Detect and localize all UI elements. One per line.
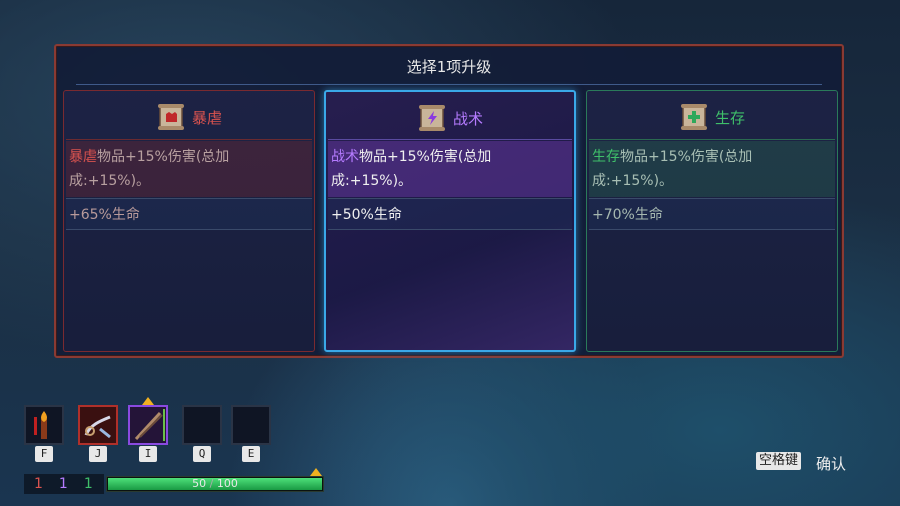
option-description: 战术物品+15%伤害(总加成:+15%)。 xyxy=(328,141,572,197)
brutality-count: 1 xyxy=(34,476,43,492)
dialog-title: 选择1项升级 xyxy=(406,58,492,76)
option-card-tactics[interactable]: 战术 战术物品+15%伤害(总加成:+15%)。 +50%生命 xyxy=(324,90,576,352)
option-bonus: +50%生命 xyxy=(328,199,572,229)
option-title-brutality: 暴虐 xyxy=(191,108,222,127)
health-bar: 50 / 100 xyxy=(106,476,324,492)
option-description: 暴虐物品+15%伤害(总加成:+15%)。 xyxy=(66,141,312,197)
survival-count: 1 xyxy=(83,476,93,492)
option-title-tactics: 战术 xyxy=(452,109,483,128)
item-slot-j[interactable] xyxy=(78,405,118,445)
survival-scroll-icon xyxy=(680,104,707,130)
item-slot-q[interactable] xyxy=(182,405,222,445)
title-divider xyxy=(76,84,822,85)
level-up-arrow-icon xyxy=(310,468,322,476)
key-q: Q xyxy=(193,446,211,462)
space-key-badge: 空格键 xyxy=(756,452,802,470)
tactics-count: 1 xyxy=(58,476,68,492)
hp-separator: / xyxy=(209,477,214,490)
upgrade-arrow-icon xyxy=(142,397,154,405)
confirm-button[interactable]: 确认 xyxy=(816,453,846,474)
item-slot-i[interactable] xyxy=(128,405,168,445)
brutality-scroll-icon xyxy=(157,104,184,130)
bow-weapon-icon xyxy=(134,409,165,441)
key-i: I xyxy=(139,446,157,462)
tactics-scroll-icon xyxy=(418,105,445,131)
item-slot-f[interactable] xyxy=(24,405,64,445)
option-title-survival: 生存 xyxy=(714,108,745,127)
option-card-brutality[interactable]: 暴虐 暴虐物品+15%伤害(总加成:+15%)。 +65%生命 xyxy=(63,90,315,352)
option-card-survival[interactable]: 生存 生存物品+15%伤害(总加成:+15%)。 +70%生命 xyxy=(586,90,838,352)
key-j: J xyxy=(89,446,107,462)
whip-weapon-icon xyxy=(84,415,111,439)
torch-icon xyxy=(34,411,47,439)
option-description: 生存物品+15%伤害(总加成:+15%)。 xyxy=(589,141,835,197)
key-e: E xyxy=(242,446,260,462)
hp-max: 100 xyxy=(216,477,238,490)
hp-current: 50 xyxy=(192,477,207,490)
upgrade-dialog: 选择1项升级 暴虐 暴虐物品+15%伤害(总加成:+15%)。 +65%生命 战… xyxy=(54,44,844,358)
option-bonus: +70%生命 xyxy=(589,199,835,229)
option-bonus: +65%生命 xyxy=(66,199,312,229)
key-f: F xyxy=(35,446,53,462)
item-slot-e[interactable] xyxy=(231,405,271,445)
stat-counts: 1 1 1 xyxy=(24,474,104,494)
